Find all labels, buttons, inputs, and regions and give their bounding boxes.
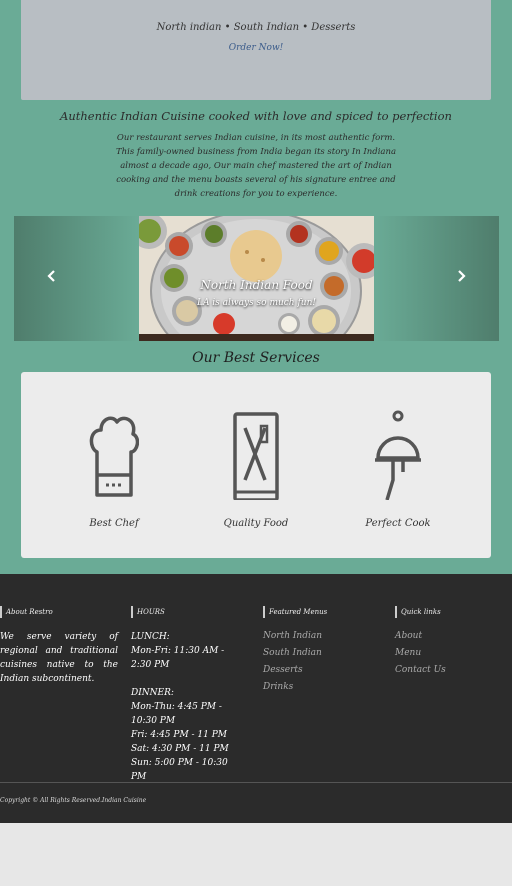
hero-banner: North indian • South Indian • Desserts O… bbox=[21, 0, 491, 100]
quick-links: About Menu Contact Us bbox=[395, 628, 505, 679]
about-paragraph: Our restaurant serves Indian cuisine, in… bbox=[115, 133, 397, 199]
footer-featured: Featured Menus North Indian South Indian… bbox=[263, 606, 373, 696]
slide-title: North Indian Food bbox=[200, 278, 313, 292]
footer-hours-heading: HOURS bbox=[131, 606, 243, 618]
footer-divider bbox=[0, 782, 512, 783]
service-best-chef: Best Chef bbox=[44, 410, 184, 529]
featured-link-north-indian[interactable]: North Indian bbox=[263, 628, 373, 645]
dinner-mon-thu: Mon-Thu: 4:45 PM - 10:30 PM bbox=[131, 702, 222, 726]
lunch-hours: Mon-Fri: 11:30 AM - 2:30 PM bbox=[131, 646, 225, 670]
footer-hours: HOURS LUNCH: Mon-Fri: 11:30 AM - 2:30 PM… bbox=[131, 606, 243, 784]
service-perfect-cook: Perfect Cook bbox=[328, 410, 468, 529]
lunch-label: LUNCH: bbox=[131, 632, 170, 642]
footer-quick-links: Quick links About Menu Contact Us bbox=[395, 606, 505, 679]
service-quality-food: Quality Food bbox=[186, 410, 326, 529]
chevron-right-icon[interactable] bbox=[451, 268, 471, 288]
order-now-link[interactable]: Order Now! bbox=[21, 43, 491, 53]
hours-block: LUNCH: Mon-Fri: 11:30 AM - 2:30 PM DINNE… bbox=[131, 630, 243, 784]
featured-links: North Indian South Indian Desserts Drink… bbox=[263, 628, 373, 696]
carousel-next-area[interactable] bbox=[374, 216, 499, 341]
dinner-fri: Fri: 4:45 PM - 11 PM bbox=[131, 730, 228, 740]
service-label: Perfect Cook bbox=[365, 518, 431, 529]
service-label: Best Chef bbox=[89, 518, 139, 529]
footer-featured-heading: Featured Menus bbox=[263, 606, 373, 618]
service-label: Quality Food bbox=[223, 518, 289, 529]
footer-about-text: We serve variety of regional and traditi… bbox=[0, 632, 118, 684]
copyright: Copyright © All Rights Reserved.Indian C… bbox=[0, 797, 147, 804]
services-title: Our Best Services bbox=[192, 350, 320, 366]
slide-subtitle: LA is always so much fun! bbox=[196, 298, 317, 308]
cloche-icon bbox=[375, 410, 421, 501]
site-footer: About Restro We serve variety of regiona… bbox=[0, 574, 512, 823]
quick-link-menu[interactable]: Menu bbox=[395, 645, 505, 662]
featured-link-drinks[interactable]: Drinks bbox=[263, 679, 373, 696]
quick-link-contact[interactable]: Contact Us bbox=[395, 662, 505, 679]
carousel-slide: North Indian Food LA is always so much f… bbox=[139, 216, 374, 341]
food-carousel: North Indian Food LA is always so much f… bbox=[14, 216, 499, 341]
quick-link-about[interactable]: About bbox=[395, 628, 505, 645]
footer-about: About Restro We serve variety of regiona… bbox=[0, 606, 118, 686]
dinner-sat: Sat: 4:30 PM - 11 PM bbox=[131, 744, 229, 754]
featured-link-desserts[interactable]: Desserts bbox=[263, 662, 373, 679]
dinner-label: DINNER: bbox=[131, 688, 174, 698]
hero-menu-line: North indian • South Indian • Desserts bbox=[156, 22, 356, 33]
footer-about-heading: About Restro bbox=[0, 606, 118, 618]
chef-hat-icon bbox=[89, 416, 140, 497]
carousel-prev-area[interactable] bbox=[14, 216, 139, 341]
page-bottom-area bbox=[0, 823, 512, 886]
chevron-left-icon[interactable] bbox=[42, 268, 62, 288]
tagline: Authentic Indian Cuisine cooked with lov… bbox=[60, 109, 452, 123]
footer-quick-heading: Quick links bbox=[395, 606, 505, 618]
featured-link-south-indian[interactable]: South Indian bbox=[263, 645, 373, 662]
menu-book-icon bbox=[233, 412, 279, 502]
services-panel: Best Chef Quality Food Perfect Cook bbox=[21, 372, 491, 558]
dinner-sun: Sun: 5:00 PM - 10:30 PM bbox=[131, 758, 228, 782]
